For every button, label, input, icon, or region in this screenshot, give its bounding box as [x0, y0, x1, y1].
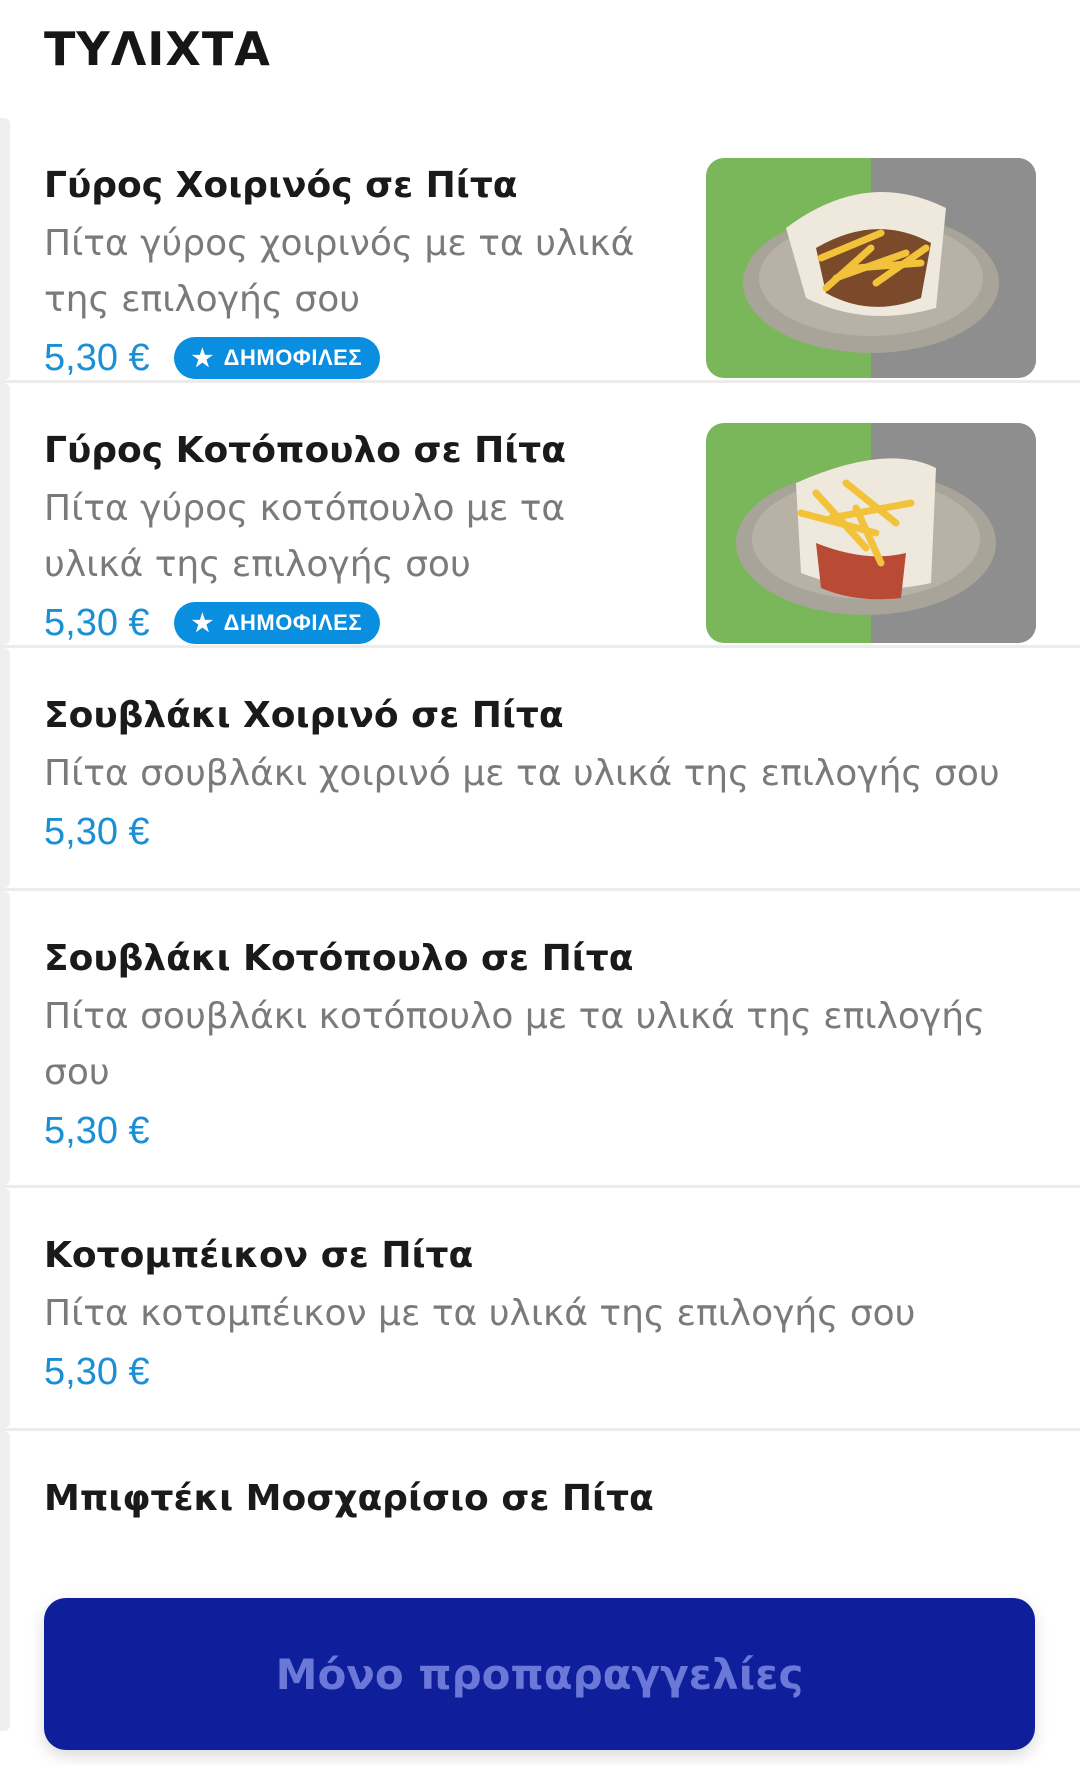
- badge-label: ΔΗΜΟΦΙΛΕΣ: [223, 345, 363, 370]
- menu-item[interactable]: Σουβλάκι Χοιρινό σε Πίτα Πίτα σουβλάκι χ…: [0, 648, 1080, 891]
- menu-item-text: Κοτομπέικον σε Πίτα Πίτα κοτομπέικον με …: [44, 1232, 1004, 1400]
- menu-item-description: Πίτα γύρος χοιρινός με τα υλικά της επιλ…: [44, 223, 635, 320]
- menu-item-price: 5,30 €: [44, 336, 150, 379]
- price-row: 5,30 € ★ ΔΗΜΟΦΙΛΕΣ: [44, 595, 644, 651]
- menu-item-name: Γύρος Κοτόπουλο σε Πίτα: [44, 430, 566, 471]
- menu-item-price: 5,30 €: [44, 1109, 150, 1152]
- menu-item[interactable]: Σουβλάκι Κοτόπουλο σε Πίτα Πίτα σουβλάκι…: [0, 891, 1080, 1188]
- section-title: ΤΥΛΙΧΤΑ: [44, 22, 271, 76]
- gyro-chicken-pita-photo[interactable]: [706, 423, 1036, 643]
- price-row: 5,30 €: [44, 804, 1004, 860]
- price-row: 5,30 € ★ ΔΗΜΟΦΙΛΕΣ: [44, 330, 644, 386]
- menu-item-name: Σουβλάκι Χοιρινό σε Πίτα: [44, 695, 564, 736]
- menu-item-price: 5,30 €: [44, 1350, 150, 1393]
- star-icon: ★: [191, 344, 214, 372]
- menu-item-text: Σουβλάκι Χοιρινό σε Πίτα Πίτα σουβλάκι χ…: [44, 692, 1004, 860]
- price-row: 5,30 €: [44, 1344, 1004, 1400]
- menu-item-text: Σουβλάκι Κοτόπουλο σε Πίτα Πίτα σουβλάκι…: [44, 935, 1004, 1159]
- menu-item-name: Γύρος Χοιρινός σε Πίτα: [44, 165, 518, 206]
- menu-item-description: Πίτα κοτομπέικον με τα υλικά της επιλογή…: [44, 1293, 916, 1334]
- popular-badge: ★ ΔΗΜΟΦΙΛΕΣ: [173, 337, 381, 379]
- menu-list: Γύρος Χοιρινός σε Πίτα Πίτα γύρος χοιριν…: [0, 118, 1080, 1731]
- menu-item-text: Μπιφτέκι Μοσχαρίσιο σε Πίτα: [44, 1475, 1004, 1523]
- menu-item-text: Γύρος Κοτόπουλο σε Πίτα Πίτα γύρος κοτόπ…: [44, 427, 644, 651]
- menu-item-description: Πίτα σουβλάκι χοιρινό με τα υλικά της επ…: [44, 753, 1000, 794]
- popular-badge: ★ ΔΗΜΟΦΙΛΕΣ: [173, 602, 381, 644]
- price-row: 5,30 €: [44, 1103, 1004, 1159]
- menu-item-description: Πίτα σουβλάκι κοτόπουλο με τα υλικά της …: [44, 996, 986, 1093]
- menu-item-name: Μπιφτέκι Μοσχαρίσιο σε Πίτα: [44, 1478, 654, 1519]
- menu-item[interactable]: Γύρος Χοιρινός σε Πίτα Πίτα γύρος χοιριν…: [0, 118, 1080, 383]
- menu-item[interactable]: Γύρος Κοτόπουλο σε Πίτα Πίτα γύρος κοτόπ…: [0, 383, 1080, 648]
- menu-item-description: Πίτα γύρος κοτόπουλο με τα υλικά της επι…: [44, 488, 566, 585]
- menu-item-price: 5,30 €: [44, 810, 150, 853]
- menu-item[interactable]: Κοτομπέικον σε Πίτα Πίτα κοτομπέικον με …: [0, 1188, 1080, 1431]
- menu-item-name: Κοτομπέικον σε Πίτα: [44, 1235, 474, 1276]
- gyro-pork-pita-photo[interactable]: [706, 158, 1036, 378]
- preorder-only-button[interactable]: Μόνο προπαραγγελίες: [44, 1598, 1035, 1750]
- menu-item-price: 5,30 €: [44, 601, 150, 644]
- menu-item-text: Γύρος Χοιρινός σε Πίτα Πίτα γύρος χοιριν…: [44, 162, 644, 386]
- star-icon: ★: [191, 609, 214, 637]
- menu-page: ΤΥΛΙΧΤΑ Γύρος Χοιρινός σε Πίτα Πίτα γύρο…: [0, 0, 1080, 1765]
- badge-label: ΔΗΜΟΦΙΛΕΣ: [223, 610, 363, 635]
- menu-item-name: Σουβλάκι Κοτόπουλο σε Πίτα: [44, 938, 634, 979]
